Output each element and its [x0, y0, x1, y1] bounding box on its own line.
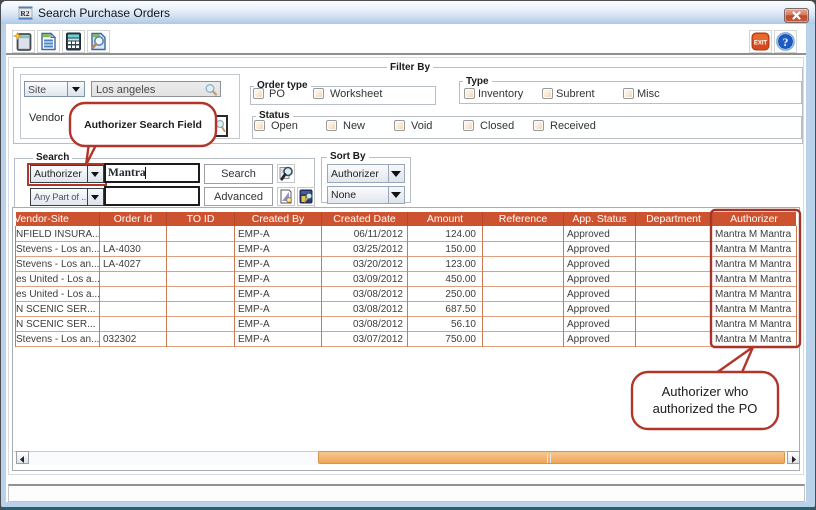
svg-text:EXIT: EXIT	[754, 41, 768, 47]
svg-text:?: ?	[783, 37, 789, 49]
svg-text:R2: R2	[20, 9, 29, 18]
